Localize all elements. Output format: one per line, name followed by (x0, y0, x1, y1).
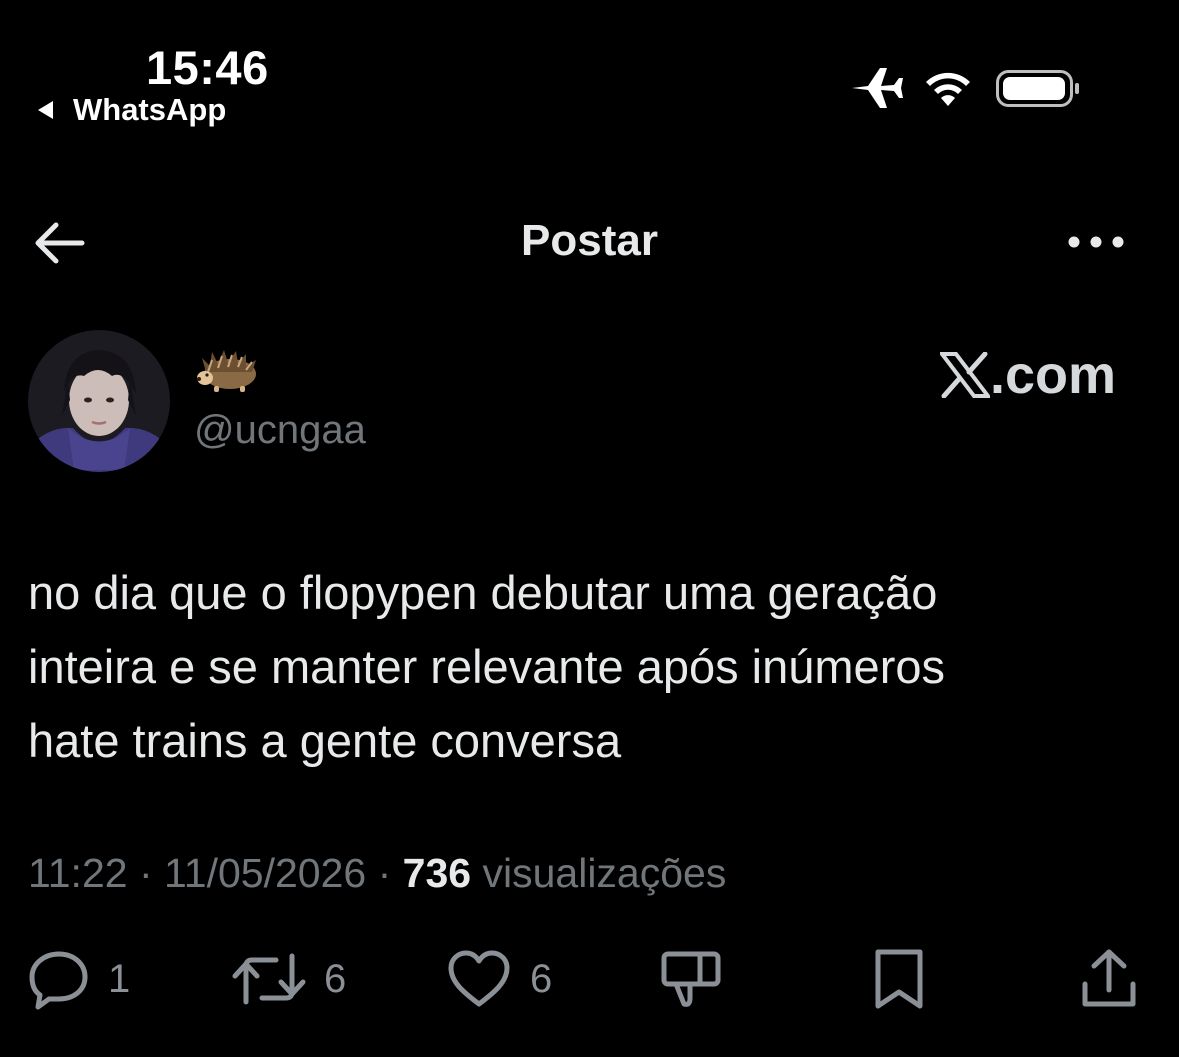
hedgehog-emoji-icon (196, 350, 260, 394)
repost-button[interactable]: 6 (232, 944, 346, 1014)
views-label: visualizações (482, 850, 727, 896)
share-button[interactable] (1080, 944, 1138, 1014)
repost-icon (232, 953, 306, 1005)
thumbs-down-icon (661, 951, 721, 1007)
wifi-icon (926, 72, 970, 106)
back-to-app-button[interactable]: WhatsApp (38, 92, 226, 128)
avatar[interactable] (28, 330, 170, 472)
post-time: 11:22 (28, 850, 128, 896)
meta-separator: · (138, 850, 153, 896)
post-text-line: hate trains a gente conversa (28, 714, 622, 767)
post-text: no dia que o flopypen debutar uma geraçã… (28, 556, 1148, 778)
repost-count: 6 (324, 956, 347, 1001)
meta-separator: · (377, 850, 392, 896)
status-icons (850, 64, 1090, 114)
author-handle[interactable]: @ucngaa (194, 408, 366, 453)
like-button[interactable]: 6 (446, 944, 552, 1014)
share-icon (1082, 949, 1136, 1007)
post-date: 11/05/2026 (164, 850, 367, 896)
like-count: 6 (530, 956, 553, 1001)
reply-button[interactable]: 1 (28, 944, 130, 1014)
watermark-text: .com (990, 345, 1117, 405)
bookmark-icon (875, 949, 923, 1009)
back-app-label: WhatsApp (73, 92, 227, 127)
battery-icon (996, 70, 1079, 107)
heart-icon (448, 950, 510, 1007)
back-triangle-icon (38, 101, 53, 119)
reply-count: 1 (108, 956, 131, 1001)
x-logo-icon (940, 352, 990, 398)
reply-icon (29, 951, 88, 1010)
bookmark-button[interactable] (872, 944, 926, 1014)
post-text-line: inteira e se manter relevante após inúme… (28, 640, 945, 693)
page-title: Postar (521, 216, 658, 265)
more-options-icon[interactable] (1066, 230, 1126, 254)
status-time: 15:46 (146, 41, 269, 94)
views-count: 736 (402, 850, 472, 896)
post-meta: 11:22 · 11/05/2026 · 736 visualizações (28, 850, 726, 897)
airplane-icon (852, 68, 903, 108)
dislike-button[interactable] (660, 944, 722, 1014)
x-com-watermark: .com (940, 344, 1116, 406)
post-text-line: no dia que o flopypen debutar uma geraçã… (28, 566, 938, 619)
